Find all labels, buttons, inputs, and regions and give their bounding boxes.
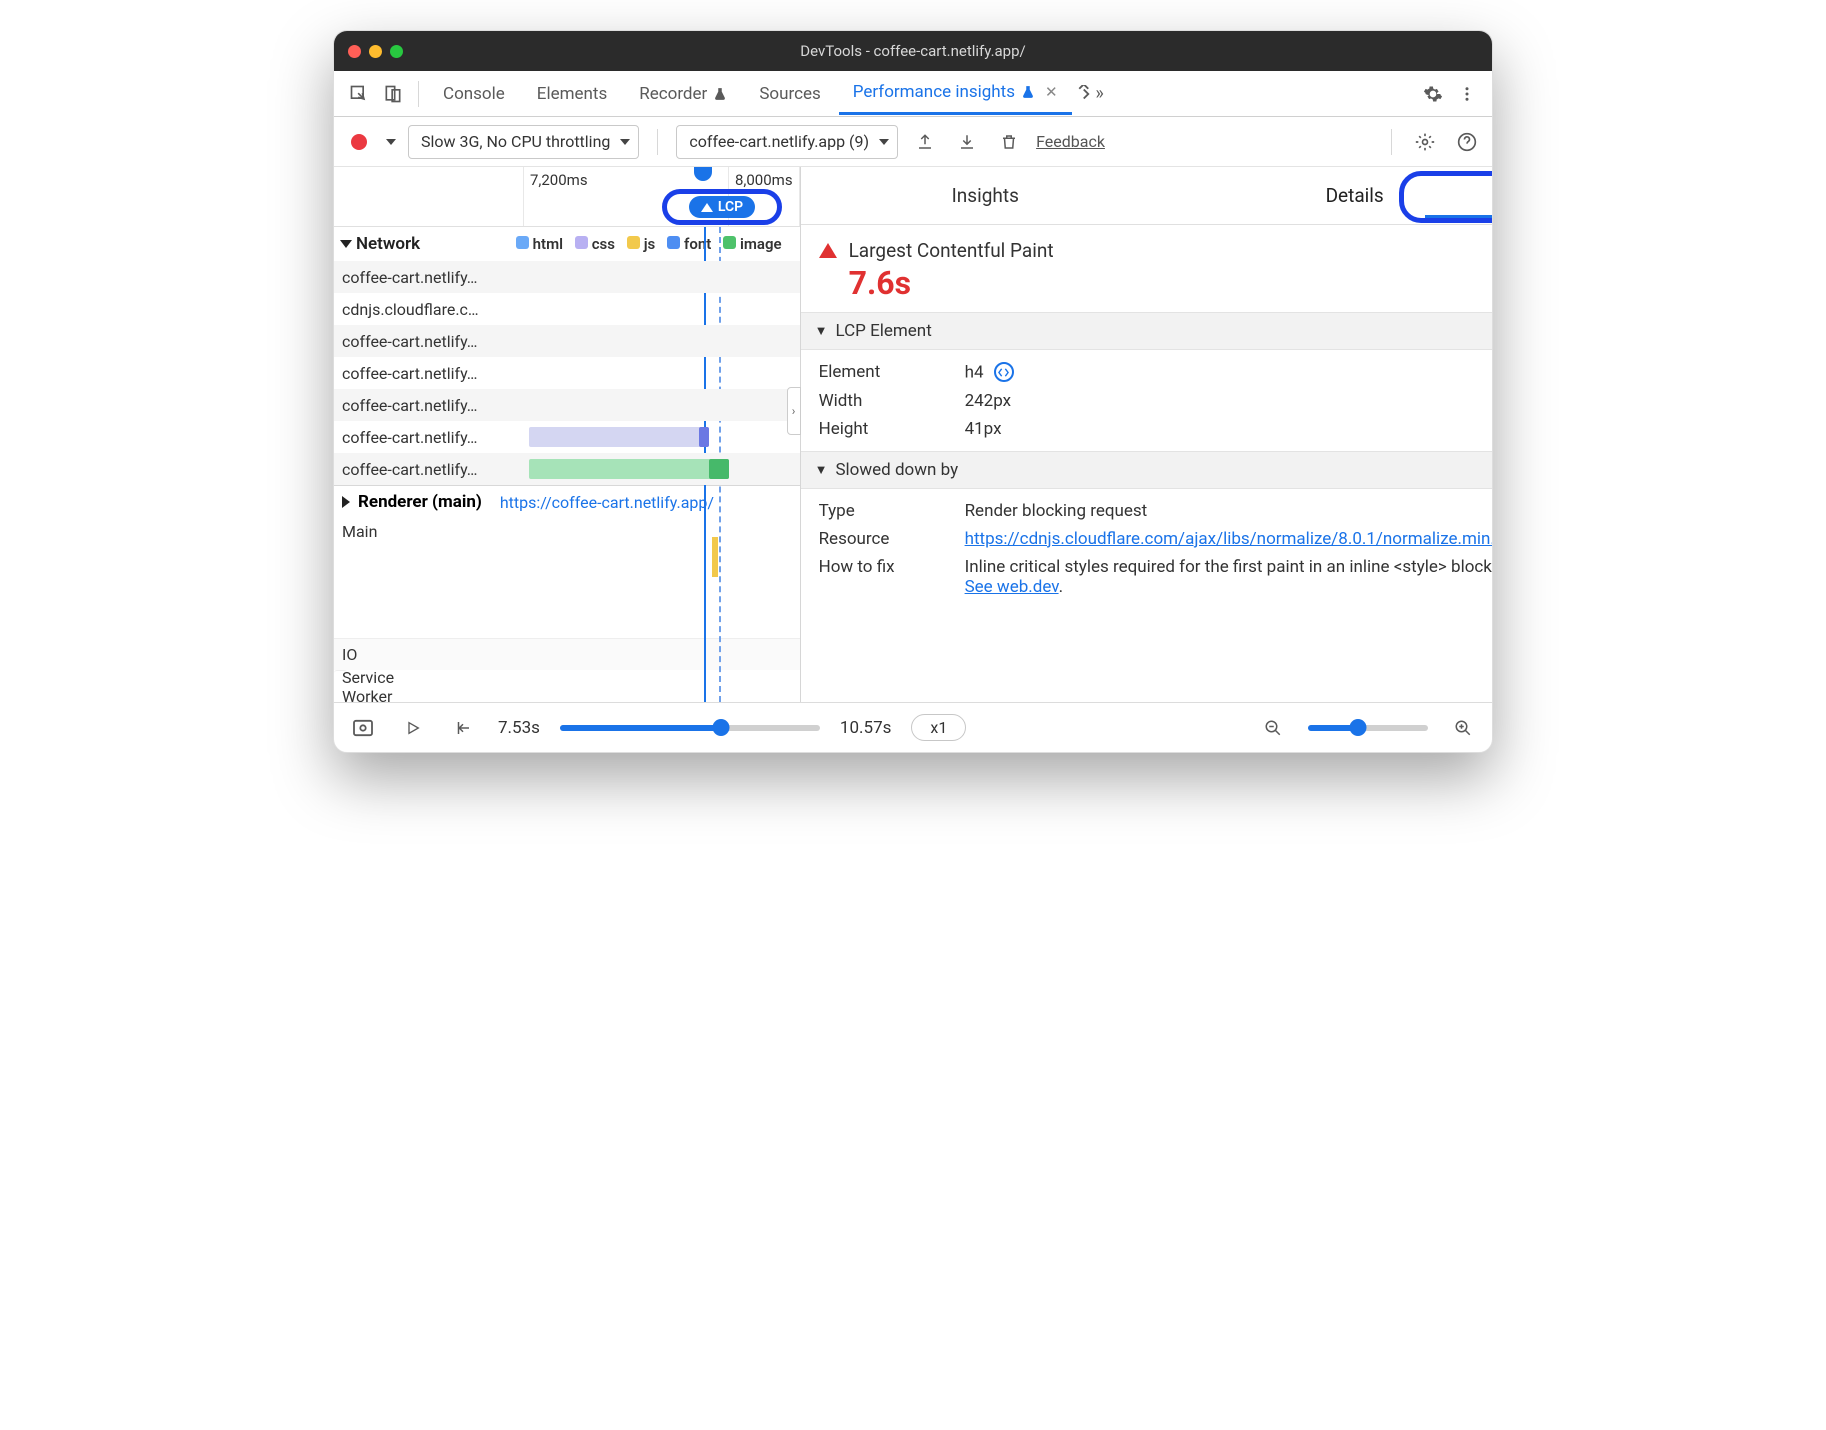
- window-title: DevTools - coffee-cart.netlify.app/: [334, 42, 1492, 60]
- device-toggle-icon[interactable]: [378, 79, 408, 109]
- timeline-ruler[interactable]: 7,200ms LCP 8,000ms: [334, 167, 800, 227]
- kv-label: Resource: [819, 529, 949, 549]
- warning-triangle-icon: [819, 243, 837, 258]
- resource-link[interactable]: https://cdnjs.cloudflare.com/ajax/libs/n…: [965, 529, 1493, 549]
- network-request-row[interactable]: coffee-cart.netlify…: [334, 325, 800, 357]
- tab-performance-insights[interactable]: Performance insights ✕: [839, 72, 1072, 115]
- flask-icon: [1021, 85, 1035, 99]
- divider: [418, 81, 419, 107]
- kv-value: h4: [965, 362, 1493, 383]
- inspect-icon[interactable]: [344, 79, 374, 109]
- panel-tabs: Console Elements Recorder Sources Perfor…: [334, 71, 1492, 117]
- network-rows: coffee-cart.netlify… cdnjs.cloudflare.c……: [334, 261, 800, 485]
- lcp-title: Largest Contentful Paint: [849, 239, 1054, 262]
- delete-icon[interactable]: [994, 127, 1024, 157]
- tab-console[interactable]: Console: [429, 74, 519, 114]
- import-icon[interactable]: [952, 127, 982, 157]
- main-thread-task[interactable]: [712, 537, 718, 577]
- network-request-row[interactable]: coffee-cart.netlify…: [334, 261, 800, 293]
- perf-settings-icon[interactable]: [1410, 127, 1440, 157]
- feedback-link[interactable]: Feedback: [1036, 132, 1105, 151]
- network-section-header[interactable]: Network html css js font image: [334, 227, 800, 261]
- kebab-menu-icon[interactable]: [1452, 79, 1482, 109]
- lcp-element-details: Element h4 Width 242px Height 41px: [801, 350, 1493, 451]
- start-time: 7.53s: [498, 718, 540, 738]
- disclosure-triangle-icon: [342, 496, 350, 508]
- kv-value: 41px: [965, 419, 1493, 439]
- help-icon[interactable]: [1452, 127, 1482, 157]
- kv-label: Width: [819, 391, 949, 411]
- kv-label: Height: [819, 419, 949, 439]
- network-request-row[interactable]: cdnjs.cloudflare.c…: [334, 293, 800, 325]
- lcp-element-section-header[interactable]: ▼ LCP Element: [801, 312, 1493, 350]
- tab-sources[interactable]: Sources: [745, 74, 834, 114]
- playback-slider[interactable]: [560, 725, 820, 731]
- titlebar: DevTools - coffee-cart.netlify.app/: [334, 31, 1492, 71]
- page-select-dropdown[interactable]: coffee-cart.netlify.app (9): [676, 125, 898, 159]
- zoom-in-icon[interactable]: [1448, 713, 1478, 743]
- network-request-row[interactable]: coffee-cart.netlify…: [334, 389, 800, 421]
- timeline-body: Network html css js font image coffee-ca…: [334, 227, 800, 702]
- insights-details-tabs: Insights Details: [801, 167, 1493, 225]
- expand-sidebar-handle[interactable]: ›: [787, 387, 801, 435]
- zoom-level[interactable]: x1: [911, 714, 966, 741]
- record-menu-caret[interactable]: [386, 139, 396, 145]
- more-tabs-icon[interactable]: »: [1076, 79, 1106, 109]
- close-tab-icon[interactable]: ✕: [1045, 83, 1058, 101]
- tab-insights[interactable]: Insights: [801, 167, 1170, 224]
- devtools-window: DevTools - coffee-cart.netlify.app/ Cons…: [333, 30, 1493, 753]
- lcp-value: 7.6s: [849, 264, 1493, 302]
- renderer-url-link[interactable]: https://coffee-cart.netlify.app/: [500, 493, 714, 512]
- lcp-summary: Largest Contentful Paint 7.6s: [801, 225, 1493, 312]
- triangle-up-icon: [701, 203, 713, 212]
- kv-label: Type: [819, 501, 949, 521]
- skip-back-icon[interactable]: [448, 713, 478, 743]
- kv-value: https://cdnjs.cloudflare.com/ajax/libs/n…: [965, 529, 1493, 549]
- kv-label: Element: [819, 362, 949, 383]
- zoom-slider[interactable]: [1308, 725, 1428, 731]
- tick-label: 7,200ms: [530, 171, 588, 189]
- throttle-dropdown[interactable]: Slow 3G, No CPU throttling: [408, 125, 639, 159]
- slowed-down-details: Type Render blocking request Resource ht…: [801, 489, 1493, 609]
- tab-recorder[interactable]: Recorder: [625, 74, 741, 114]
- kv-label: How to fix: [819, 557, 949, 597]
- tab-elements[interactable]: Elements: [523, 74, 621, 114]
- renderer-section-header[interactable]: Renderer (main) https://coffee-cart.netl…: [334, 486, 800, 518]
- kv-value: Inline critical styles required for the …: [965, 557, 1493, 597]
- kv-value: Render blocking request: [965, 501, 1493, 521]
- disclosure-triangle-icon: [340, 240, 352, 248]
- main-body: 7,200ms LCP 8,000ms: [334, 167, 1492, 702]
- thread-service-worker[interactable]: Service Worker: [334, 670, 347, 702]
- network-request-row[interactable]: coffee-cart.netlify…: [334, 357, 800, 389]
- thread-io[interactable]: IO: [334, 638, 800, 670]
- network-legend: html css js font image: [516, 235, 792, 253]
- end-time: 10.57s: [840, 718, 891, 738]
- tick-label: 8,000ms: [735, 171, 793, 189]
- settings-icon[interactable]: [1418, 79, 1448, 109]
- timeline-pane: 7,200ms LCP 8,000ms: [334, 167, 801, 702]
- play-button[interactable]: [398, 713, 428, 743]
- export-icon[interactable]: [910, 127, 940, 157]
- reveal-element-icon[interactable]: [994, 362, 1014, 382]
- network-request-row[interactable]: coffee-cart.netlify…: [334, 453, 800, 485]
- perf-toolbar: Slow 3G, No CPU throttling coffee-cart.n…: [334, 117, 1492, 167]
- record-button[interactable]: [344, 127, 374, 157]
- playback-bar: 7.53s 10.57s x1: [334, 702, 1492, 752]
- how-to-fix-link[interactable]: See web.dev: [965, 577, 1059, 597]
- zoom-out-icon[interactable]: [1258, 713, 1288, 743]
- playhead-marker[interactable]: [694, 167, 712, 181]
- renderer-section: Renderer (main) https://coffee-cart.netl…: [334, 485, 800, 702]
- details-pane: Insights Details Largest Contentful Pain…: [801, 167, 1493, 702]
- screenshot-toggle-icon[interactable]: [348, 713, 378, 743]
- network-request-row[interactable]: coffee-cart.netlify…: [334, 421, 800, 453]
- kv-value: 242px: [965, 391, 1493, 411]
- thread-main[interactable]: Main: [334, 518, 800, 638]
- flask-icon: [713, 87, 727, 101]
- slowed-down-section-header[interactable]: ▼ Slowed down by: [801, 451, 1493, 489]
